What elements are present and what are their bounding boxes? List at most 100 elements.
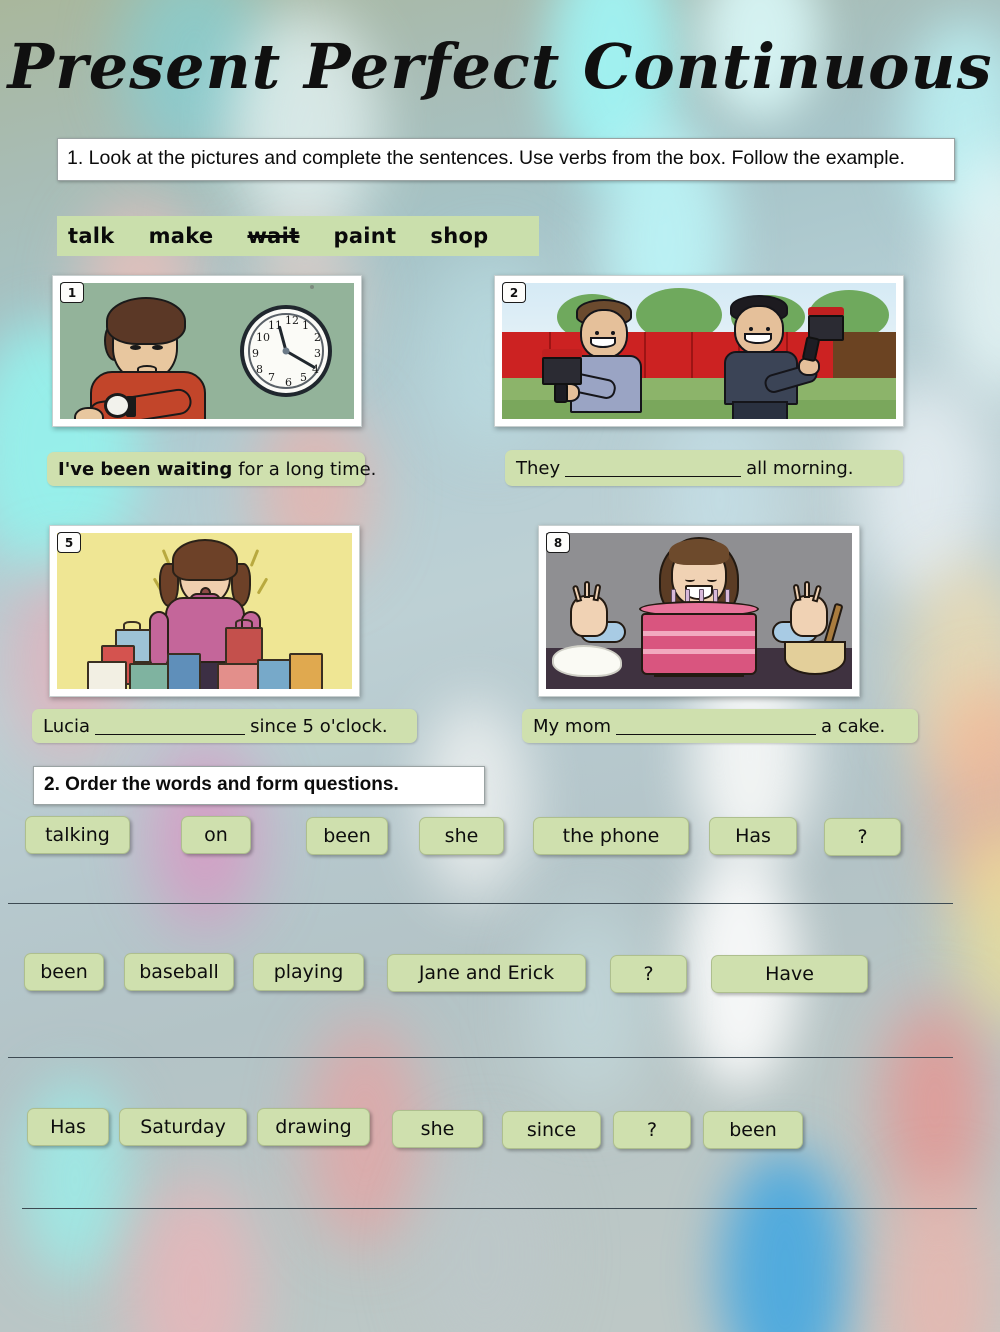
word-tile-question-mark[interactable]: ? [610,955,687,993]
verb-talk[interactable]: talk [68,224,115,248]
sentence-2-blank[interactable] [565,460,742,477]
picture-panel-8: 8 [538,525,860,697]
sentence-5-lead: Lucia [43,715,91,737]
woman-hand-left [570,581,608,637]
boy-left-eye-right [611,331,615,335]
sentence-answer-5: Lucia since 5 o'clock. [32,709,417,743]
answer-line-question-1[interactable] [8,903,953,904]
boy-right-smile [744,333,772,344]
word-tile-has[interactable]: Has [709,817,797,855]
word-tile-has[interactable]: Has [27,1108,109,1146]
boy-right-head [734,305,784,355]
verb-paint[interactable]: paint [334,224,397,248]
panel-2-image [502,283,896,419]
panel-number-5: 5 [57,532,81,553]
finger [811,584,823,603]
bag-handle [235,619,253,629]
finger [571,584,583,603]
word-tile-she[interactable]: she [419,817,504,855]
brush-handle [554,383,568,403]
word-tile-on[interactable]: on [181,816,251,854]
boy-right-eye-left [749,327,753,331]
woman-eye-right [707,577,717,582]
brush-bristles [542,357,582,385]
woman-fringe [669,539,729,565]
word-tile-the-phone[interactable]: the phone [533,817,689,855]
word-tile-baseball[interactable]: baseball [124,953,234,991]
word-tile-question-mark[interactable]: ? [824,818,901,856]
word-tile-playing[interactable]: playing [253,953,364,991]
answer-line-question-3[interactable] [22,1208,977,1209]
shopping-bag [87,661,127,689]
word-tile-have[interactable]: Have [711,955,868,993]
panel-5-image [57,533,352,689]
birthday-cake [641,613,757,675]
clock-num-12: 12 [285,314,299,327]
panel-number-1: 1 [60,282,84,303]
boy-hand [74,407,104,419]
panel-8-image [546,533,852,689]
sentence-5-blank[interactable] [95,718,246,735]
fence-plank-line [691,331,694,379]
scene-boy-watching-clock: 12 3 6 9 11 1 2 4 5 7 8 10 [60,283,354,419]
verb-word-box: talk make wait paint shop [57,216,539,256]
sentence-answer-8: My mom a cake. [522,709,918,743]
clock-num-2: 2 [314,331,321,344]
clock-num-7: 7 [268,371,275,384]
woman-hand-right [790,581,828,637]
bag-handle [123,621,141,631]
panel-number-8: 8 [546,532,570,553]
sentence-2-rest: all morning. [746,457,854,479]
verb-shop[interactable]: shop [430,224,488,248]
finger [804,581,810,598]
word-tile-she[interactable]: she [392,1110,483,1148]
bokeh-blob [130,1180,260,1332]
wristwatch-icon [104,393,131,418]
panel-1-image: 12 3 6 9 11 1 2 4 5 7 8 10 [60,283,354,419]
sentence-5-rest: since 5 o'clock. [250,715,388,737]
clock-num-8: 8 [256,363,263,376]
brush-handle [801,335,821,363]
verb-wait[interactable]: wait [247,224,299,248]
sentence-answer-1: I've been waiting for a long time. [47,452,376,486]
verb-make[interactable]: make [149,224,214,248]
answer-line-question-2[interactable] [8,1057,953,1058]
bokeh-blob [880,1180,1000,1332]
word-tile-since[interactable]: since [502,1111,601,1149]
finger [584,581,590,598]
word-tile-saturday[interactable]: Saturday [119,1108,247,1146]
shopping-bag [167,653,201,689]
motion-line [249,549,260,567]
scene-boys-painting-fence [502,283,896,419]
woman-eye-left [685,577,695,582]
shopping-bag [289,653,323,689]
finger [592,583,602,602]
boy-left-eye-left [595,331,599,335]
exercise-2-instruction: 2. Order the words and form questions. [33,766,485,805]
word-tile-drawing[interactable]: drawing [257,1108,370,1146]
word-tile-been[interactable]: been [24,953,104,991]
word-tile-been[interactable]: been [306,817,388,855]
worksheet-page: Present Perfect Continuous 1. Look at th… [0,0,1000,1332]
boy-eye-left [130,345,141,350]
word-tile-jane-and-erick[interactable]: Jane and Erick [387,954,586,992]
cake-stripe [643,631,755,636]
word-tile-question-mark[interactable]: ? [613,1111,691,1149]
clock-center-pin [282,347,290,355]
word-tile-been[interactable]: been [703,1111,803,1149]
bokeh-blob [720,1150,850,1332]
sentence-8-lead: My mom [533,715,611,737]
picture-panel-5: 5 [49,525,360,697]
sentence-8-blank[interactable] [616,718,816,735]
clock-num-9: 9 [252,347,259,360]
sentence-answer-2: They all morning. [505,450,903,486]
boy-left-head [580,309,628,359]
bokeh-blob [880,1000,990,1210]
cream-spill [552,645,622,677]
word-tile-talking[interactable]: talking [25,816,130,854]
page-title: Present Perfect Continuous [7,30,993,103]
finger [792,583,802,602]
mixing-bowl-icon [784,641,846,675]
clock-num-3: 3 [314,347,321,360]
motion-line [256,577,269,595]
